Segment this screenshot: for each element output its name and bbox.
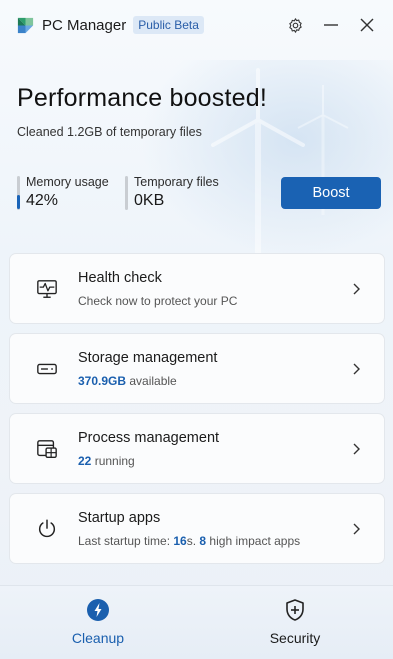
pc-manager-logo-icon (17, 17, 34, 33)
gear-icon (288, 17, 302, 33)
storage-available-text: 370.9GB available (78, 374, 177, 388)
settings-button[interactable] (284, 14, 306, 36)
startup-info-text: Last startup time: 16s. 8 high impact ap… (78, 534, 300, 548)
nav-cleanup[interactable]: Cleanup (0, 586, 196, 659)
memory-usage-stat: Memory usage 42% (17, 175, 109, 211)
temporary-files-stat: Temporary files 0KB (125, 175, 219, 211)
startup-time-value: 16 (173, 534, 187, 548)
memory-usage-label: Memory usage (26, 175, 109, 189)
nav-cleanup-label: Cleanup (71, 630, 125, 646)
minimize-button[interactable] (320, 14, 342, 36)
pulse-monitor-icon (37, 280, 57, 298)
lightning-bolt-icon (87, 599, 109, 621)
process-management-title: Process management (78, 430, 220, 446)
nav-security[interactable]: Security (197, 586, 393, 659)
nav-security-label: Security (269, 630, 321, 646)
temporary-files-bar (125, 176, 128, 210)
cleaned-summary-text: Cleaned 1.2GB of temporary files (17, 125, 202, 139)
chevron-right-icon (353, 443, 360, 455)
memory-usage-bar (17, 176, 20, 210)
startup-apps-card[interactable]: Startup apps Last startup time: 16s. 8 h… (9, 493, 385, 564)
startup-apps-title: Startup apps (78, 510, 161, 526)
chevron-right-icon (353, 283, 360, 295)
health-check-title: Health check (78, 270, 162, 286)
close-button[interactable] (356, 14, 378, 36)
memory-usage-bar-fill (17, 195, 20, 209)
boost-button[interactable]: Boost (281, 177, 381, 209)
storage-available-amount: 370.9GB (78, 374, 127, 388)
storage-management-title: Storage management (78, 350, 218, 366)
storage-management-card[interactable]: Storage management 370.9GB available (9, 333, 385, 404)
bottom-navigation: Cleanup Security (0, 585, 393, 659)
health-check-subtitle: Check now to protect your PC (78, 294, 238, 308)
memory-usage-value: 42% (26, 192, 59, 209)
close-icon (360, 18, 374, 32)
chevron-right-icon (353, 363, 360, 375)
pc-manager-window: PC Manager Public Beta Performance boost… (0, 0, 393, 659)
shield-plus-icon (286, 599, 304, 621)
power-icon (38, 519, 56, 538)
process-window-icon (37, 440, 57, 458)
health-check-card[interactable]: Health check Check now to protect your P… (9, 253, 385, 324)
temporary-files-value: 0KB (134, 192, 165, 209)
process-management-card[interactable]: Process management 22 running (9, 413, 385, 484)
temporary-files-label: Temporary files (134, 175, 219, 189)
public-beta-badge: Public Beta (133, 16, 204, 34)
startup-time-label: Last startup time: (78, 534, 174, 548)
startup-time-unit: s. (186, 534, 200, 548)
minimize-icon (324, 24, 338, 26)
performance-status-heading: Performance boosted! (17, 84, 267, 112)
chevron-right-icon (353, 523, 360, 535)
drive-icon (37, 363, 57, 375)
app-title: PC Manager (42, 16, 127, 34)
high-impact-label: high impact apps (206, 534, 301, 548)
process-running-text: 22 running (78, 454, 135, 468)
process-running-count: 22 (78, 454, 92, 468)
process-running-label: running (91, 454, 135, 468)
title-bar: PC Manager Public Beta (0, 0, 393, 50)
storage-available-label: available (126, 374, 177, 388)
